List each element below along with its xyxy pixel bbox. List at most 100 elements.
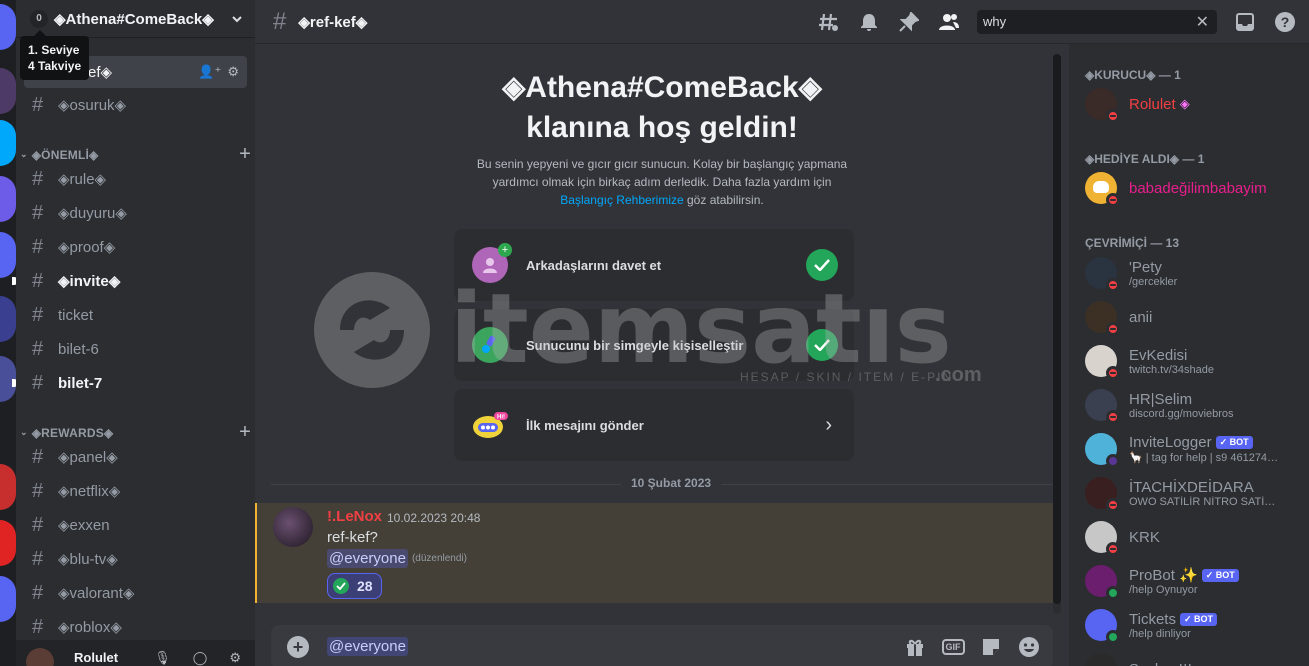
server-icon[interactable]	[0, 232, 16, 278]
member-name-row: KRK	[1129, 529, 1160, 546]
server-icon[interactable]	[0, 4, 16, 50]
gift-icon[interactable]	[903, 635, 927, 659]
avatar[interactable]	[1085, 521, 1120, 556]
channel-blu-tv[interactable]: # ◈blu-tv◈	[24, 543, 247, 575]
channel-bilet-7[interactable]: # bilet-7	[24, 367, 247, 399]
status-indicator	[1106, 193, 1120, 207]
help-icon[interactable]: ?	[1273, 10, 1297, 34]
member-item[interactable]: SeykooΨ	[1085, 648, 1301, 666]
channel-exxen[interactable]: # ◈exxen	[24, 509, 247, 541]
guild-header[interactable]: 0 ◈Athena#ComeBack◈	[16, 0, 255, 38]
avatar[interactable]	[26, 648, 54, 666]
member-item[interactable]: HR|Selim discord.gg/moviebros	[1085, 384, 1301, 426]
member-name-row: ProBot ✨ ✓ BOT	[1129, 566, 1279, 584]
add-attachment-icon[interactable]: +	[287, 636, 309, 658]
avatar[interactable]	[1085, 88, 1120, 123]
invite-friends-card[interactable]: + Arkadaşlarını davet et	[454, 229, 854, 301]
paintbrush-icon	[472, 327, 508, 363]
channel-rule[interactable]: # ◈rule◈	[24, 163, 247, 195]
avatar[interactable]	[1085, 301, 1120, 336]
headphones-icon[interactable]: ◯	[193, 650, 208, 666]
avatar[interactable]	[1085, 257, 1120, 292]
member-item[interactable]: anii	[1085, 296, 1301, 338]
member-item[interactable]: Rolulet ◈	[1085, 83, 1301, 125]
clear-search-icon[interactable]: ✕	[1196, 12, 1209, 32]
server-icon[interactable]	[0, 296, 16, 342]
status-indicator	[1106, 410, 1120, 424]
channel-valorant[interactable]: # ◈valorant◈	[24, 577, 247, 609]
gear-icon[interactable]: ⚙	[229, 650, 241, 666]
guide-link[interactable]: Başlangıç Rehberimize	[560, 193, 683, 207]
avatar[interactable]	[1085, 609, 1120, 644]
server-icon[interactable]	[0, 464, 16, 510]
message-timestamp: 10.02.2023 20:48	[387, 511, 481, 525]
server-icon[interactable]	[0, 520, 16, 566]
member-info: anii	[1129, 309, 1152, 326]
channel-duyuru[interactable]: # ◈duyuru◈	[24, 197, 247, 229]
member-name-row: HR|Selim	[1129, 391, 1279, 408]
message-composer[interactable]: + @everyone GIF	[271, 625, 1053, 666]
customize-icon-card[interactable]: Sunucunu bir simgeyle kişiselleştir	[454, 309, 854, 381]
member-name-row: anii	[1129, 309, 1152, 326]
scrollbar[interactable]	[1053, 54, 1061, 614]
avatar[interactable]	[1085, 345, 1120, 380]
channel-name: bilet-6	[58, 340, 99, 358]
avatar[interactable]	[1085, 433, 1120, 468]
server-icon[interactable]	[0, 120, 16, 166]
bell-icon[interactable]	[857, 10, 881, 34]
gear-icon[interactable]: ⚙	[227, 64, 239, 80]
member-item[interactable]: 'Pety/gercekler	[1085, 252, 1301, 294]
member-activity: 🦙 | tag for help | s9 461274s...	[1129, 452, 1279, 464]
threads-icon[interactable]	[817, 10, 841, 34]
gif-icon[interactable]: GIF	[941, 635, 965, 659]
username[interactable]: Rolulet	[74, 650, 118, 665]
member-list-icon[interactable]	[937, 10, 961, 34]
edited-label: (düzenlendi)	[411, 553, 467, 564]
first-message-card[interactable]: Hi! İlk mesajını gönder ›	[454, 389, 854, 461]
everyone-mention[interactable]: @everyone	[327, 549, 408, 568]
check-emoji-icon	[333, 578, 349, 594]
avatar[interactable]	[1085, 565, 1120, 600]
bot-badge: ✓ BOT	[1179, 612, 1217, 626]
member-item[interactable]: KRK	[1085, 516, 1301, 558]
invite-icon[interactable]: 👤⁺	[198, 64, 221, 80]
channel-invite[interactable]: # ◈invite◈	[24, 265, 247, 297]
channel-panel[interactable]: # ◈panel◈	[24, 441, 247, 473]
message-author[interactable]: !.LeNox	[327, 508, 382, 525]
microphone-icon[interactable]: 🎙	[154, 650, 171, 666]
search-input[interactable]	[983, 14, 1196, 29]
server-icon[interactable]	[0, 576, 16, 622]
pin-icon[interactable]	[897, 10, 921, 34]
channel-ticket[interactable]: # ticket	[24, 299, 247, 331]
search-box[interactable]: ✕	[977, 9, 1217, 34]
member-section-header: ÇEVRİMİÇİ — 13	[1085, 236, 1180, 250]
composer-text[interactable]: @everyone	[327, 637, 408, 656]
reaction[interactable]: 28	[327, 573, 382, 599]
hash-icon: #	[32, 547, 44, 570]
message[interactable]: !.LeNox 10.02.2023 20:48 ref-kef? @every…	[255, 503, 1053, 603]
channel-bilet-6[interactable]: # bilet-6	[24, 333, 247, 365]
member-info: EvKedisi twitch.tv/34shade	[1129, 347, 1279, 376]
scrollbar-thumb[interactable]	[1053, 54, 1061, 604]
server-icon[interactable]	[0, 176, 16, 222]
sticker-icon[interactable]	[979, 635, 1003, 659]
emoji-icon[interactable]	[1017, 635, 1041, 659]
member-item[interactable]: EvKedisi twitch.tv/34shade	[1085, 340, 1301, 382]
avatar[interactable]	[273, 507, 313, 547]
channel-proof[interactable]: # ◈proof◈	[24, 231, 247, 263]
channel-roblox[interactable]: # ◈roblox◈	[24, 611, 247, 643]
channel-osuruk[interactable]: # ◈osuruk◈	[24, 89, 247, 121]
avatar[interactable]	[1085, 653, 1117, 666]
member-item[interactable]: Tickets ✓ BOT/help dinliyor	[1085, 604, 1301, 646]
avatar[interactable]	[1085, 172, 1120, 207]
member-item[interactable]: InviteLogger ✓ BOT 🦙 | tag for help | s9 4…	[1085, 428, 1301, 470]
inbox-icon[interactable]	[1233, 10, 1257, 34]
server-icon[interactable]	[0, 68, 16, 114]
member-item[interactable]: ProBot ✨ ✓ BOT/help Oynuyor	[1085, 560, 1301, 602]
avatar[interactable]	[1085, 389, 1120, 424]
channel-netflix[interactable]: # ◈netflix◈	[24, 475, 247, 507]
member-item[interactable]: İTACHİXDEİDARA OWO SATİLİR NİTRO SATİLİR …	[1085, 472, 1301, 514]
avatar[interactable]	[1085, 477, 1120, 512]
member-item[interactable]: babadeğilimbabayim	[1085, 167, 1301, 209]
member-name-row: SeykooΨ	[1129, 661, 1192, 666]
